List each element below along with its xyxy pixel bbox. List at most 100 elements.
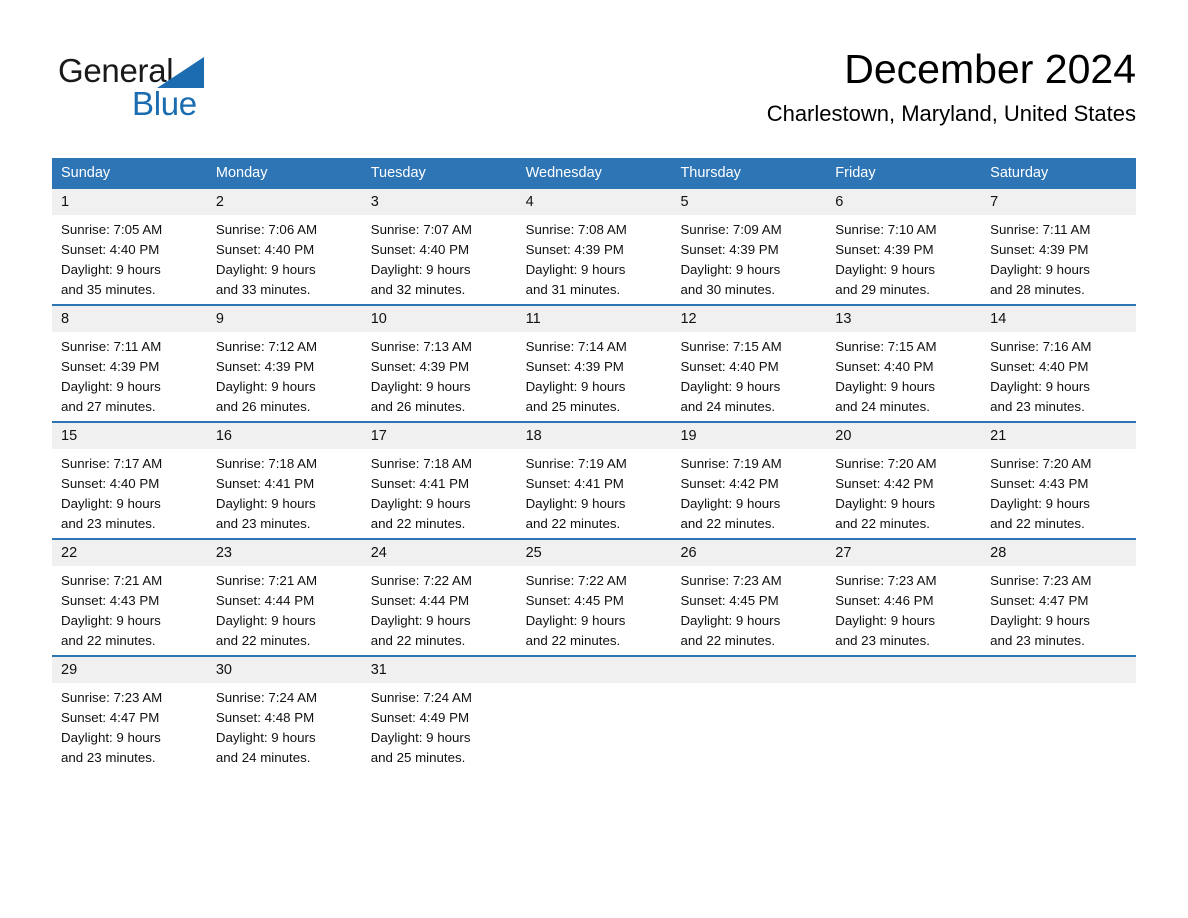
calendar-day-cell[interactable]: 1 Sunrise: 7:05 AM Sunset: 4:40 PM Daylight… bbox=[52, 189, 207, 304]
calendar-day-cell[interactable]: 15 Sunrise: 7:17 AM Sunset: 4:40 PM Dayligh… bbox=[52, 423, 207, 538]
calendar-day-cell[interactable]: 4 Sunrise: 7:08 AM Sunset: 4:39 PM Daylight… bbox=[516, 189, 672, 304]
calendar-day-cell[interactable]: 10 Sunrise: 7:13 AM Sunset: 4:39 PM Dayligh… bbox=[361, 306, 517, 421]
daylight-text-line1: Daylight: 9 hours bbox=[990, 613, 1090, 628]
calendar-day-cell[interactable]: 2 Sunrise: 7:06 AM Sunset: 4:40 PM Daylight… bbox=[206, 189, 362, 304]
daylight-text-line1: Daylight: 9 hours bbox=[215, 496, 316, 511]
day-details: Sunrise: 7:09 AM Sunset: 4:39 PM Daylight:… bbox=[671, 215, 826, 300]
sunset-text: Sunset: 4:40 PM bbox=[990, 359, 1089, 374]
calendar-day-cell[interactable]: 22 Sunrise: 7:21 AM Sunset: 4:43 PM Dayligh… bbox=[52, 540, 207, 655]
day-details: Sunrise: 7:22 AM Sunset: 4:44 PM Daylight:… bbox=[362, 566, 517, 651]
calendar-day-cell[interactable]: 28 Sunrise: 7:23 AM Sunset: 4:47 PM Dayligh… bbox=[981, 540, 1137, 655]
day-details: Sunrise: 7:12 AM Sunset: 4:39 PM Daylight:… bbox=[207, 332, 362, 417]
calendar-day-cell[interactable]: 9 Sunrise: 7:12 AM Sunset: 4:39 PM Daylight… bbox=[206, 306, 362, 421]
calendar-day-cell[interactable]: 20 Sunrise: 7:20 AM Sunset: 4:42 PM Dayligh… bbox=[826, 423, 982, 538]
daylight-text-line1: Daylight: 9 hours bbox=[61, 730, 161, 745]
daylight-text-line2: and 23 minutes. bbox=[215, 516, 311, 531]
daylight-text-line2: and 30 minutes. bbox=[680, 282, 776, 297]
day-details: Sunrise: 7:06 AM Sunset: 4:40 PM Daylight:… bbox=[207, 215, 362, 300]
day-header-friday: Friday bbox=[835, 165, 876, 181]
sunset-text: Sunset: 4:40 PM bbox=[61, 476, 160, 491]
calendar-day-cell[interactable]: 12 Sunrise: 7:15 AM Sunset: 4:40 PM Dayligh… bbox=[671, 306, 827, 421]
calendar-day-cell[interactable]: 31 Sunrise: 7:24 AM Sunset: 4:49 PM Dayligh… bbox=[361, 657, 517, 772]
calendar-day-cell[interactable]: 18 Sunrise: 7:19 AM Sunset: 4:41 PM Dayligh… bbox=[516, 423, 672, 538]
daylight-text-line2: and 24 minutes. bbox=[680, 399, 776, 414]
sunset-text: Sunset: 4:39 PM bbox=[680, 242, 779, 257]
daylight-text-line2: and 33 minutes. bbox=[215, 282, 311, 297]
week-cells: 1 Sunrise: 7:05 AM Sunset: 4:40 PM Daylight… bbox=[52, 189, 1137, 304]
daylight-text-line2: and 23 minutes. bbox=[61, 750, 156, 765]
daylight-text-line2: and 24 minutes. bbox=[835, 399, 930, 414]
daylight-text-line1: Daylight: 9 hours bbox=[61, 613, 161, 628]
sunset-text: Sunset: 4:40 PM bbox=[370, 242, 470, 257]
calendar-day-cell[interactable]: 21 Sunrise: 7:20 AM Sunset: 4:43 PM Dayligh… bbox=[981, 423, 1137, 538]
day-details: Sunrise: 7:22 AM Sunset: 4:45 PM Daylight:… bbox=[517, 566, 672, 651]
day-number: 17 bbox=[361, 423, 517, 449]
calendar-day-cell[interactable]: 5 Sunrise: 7:09 AM Sunset: 4:39 PM Daylight… bbox=[671, 189, 827, 304]
calendar-day-cell[interactable]: 25 Sunrise: 7:22 AM Sunset: 4:45 PM Dayligh… bbox=[516, 540, 672, 655]
sunset-text: Sunset: 4:44 PM bbox=[370, 593, 470, 608]
sunset-text: Sunset: 4:46 PM bbox=[835, 593, 934, 608]
day-number: 1 bbox=[52, 189, 207, 215]
calendar-cell-empty bbox=[981, 657, 1137, 772]
sunrise-text: Sunrise: 7:20 AM bbox=[990, 456, 1092, 471]
week-cells: 29 Sunrise: 7:23 AM Sunset: 4:47 PM Dayligh… bbox=[52, 657, 1137, 772]
calendar-header-row: Sunday Monday Tuesday Wednesday Thursday… bbox=[52, 158, 1136, 189]
daylight-text-line1: Daylight: 9 hours bbox=[525, 496, 626, 511]
daylight-text-line2: and 31 minutes. bbox=[525, 282, 621, 297]
calendar-day-cell[interactable]: 11 Sunrise: 7:14 AM Sunset: 4:39 PM Dayligh… bbox=[516, 306, 672, 421]
sunrise-text: Sunrise: 7:16 AM bbox=[990, 339, 1092, 354]
daylight-text-line2: and 25 minutes. bbox=[370, 750, 466, 765]
day-details: Sunrise: 7:08 AM Sunset: 4:39 PM Daylight:… bbox=[517, 215, 672, 300]
day-number bbox=[516, 657, 672, 683]
daylight-text-line1: Daylight: 9 hours bbox=[61, 379, 161, 394]
daylight-text-line2: and 22 minutes. bbox=[835, 516, 930, 531]
sunset-text: Sunset: 4:39 PM bbox=[835, 242, 934, 257]
calendar-day-cell[interactable]: 29 Sunrise: 7:23 AM Sunset: 4:47 PM Dayligh… bbox=[52, 657, 207, 772]
daylight-text-line1: Daylight: 9 hours bbox=[61, 496, 161, 511]
calendar-day-cell[interactable]: 3 Sunrise: 7:07 AM Sunset: 4:40 PM Daylight… bbox=[361, 189, 517, 304]
sunrise-text: Sunrise: 7:21 AM bbox=[215, 573, 318, 588]
page-title: December 2024 bbox=[844, 46, 1136, 92]
week-cells: 15 Sunrise: 7:17 AM Sunset: 4:40 PM Dayligh… bbox=[52, 423, 1137, 538]
calendar-day-cell[interactable]: 23 Sunrise: 7:21 AM Sunset: 4:44 PM Dayligh… bbox=[206, 540, 362, 655]
daylight-text-line2: and 22 minutes. bbox=[370, 633, 466, 648]
calendar-day-cell[interactable]: 30 Sunrise: 7:24 AM Sunset: 4:48 PM Dayligh… bbox=[206, 657, 362, 772]
day-details: Sunrise: 7:18 AM Sunset: 4:41 PM Daylight:… bbox=[207, 449, 362, 534]
calendar-day-cell[interactable]: 19 Sunrise: 7:19 AM Sunset: 4:42 PM Dayligh… bbox=[671, 423, 827, 538]
daylight-text-line2: and 22 minutes. bbox=[680, 633, 776, 648]
day-details: Sunrise: 7:19 AM Sunset: 4:41 PM Daylight:… bbox=[517, 449, 672, 534]
day-details: Sunrise: 7:05 AM Sunset: 4:40 PM Daylight:… bbox=[52, 215, 207, 300]
daylight-text-line1: Daylight: 9 hours bbox=[835, 262, 936, 277]
sunset-text: Sunset: 4:42 PM bbox=[835, 476, 934, 491]
calendar-day-cell[interactable]: 6 Sunrise: 7:10 AM Sunset: 4:39 PM Daylight… bbox=[826, 189, 982, 304]
daylight-text-line1: Daylight: 9 hours bbox=[680, 379, 781, 394]
day-number: 13 bbox=[826, 306, 982, 332]
calendar-day-cell[interactable]: 17 Sunrise: 7:18 AM Sunset: 4:41 PM Dayligh… bbox=[361, 423, 517, 538]
calendar-day-cell[interactable]: 27 Sunrise: 7:23 AM Sunset: 4:46 PM Dayligh… bbox=[826, 540, 982, 655]
day-details: Sunrise: 7:19 AM Sunset: 4:42 PM Daylight:… bbox=[671, 449, 826, 534]
day-header-saturday: Saturday bbox=[990, 165, 1049, 181]
day-header-sunday: Sunday bbox=[61, 165, 111, 181]
day-number: 25 bbox=[516, 540, 672, 566]
day-number: 23 bbox=[206, 540, 362, 566]
day-details: Sunrise: 7:11 AM Sunset: 4:39 PM Daylight:… bbox=[52, 332, 207, 417]
calendar-day-cell[interactable]: 8 Sunrise: 7:11 AM Sunset: 4:39 PM Daylight… bbox=[52, 306, 207, 421]
day-details: Sunrise: 7:23 AM Sunset: 4:47 PM Daylight:… bbox=[52, 683, 207, 768]
day-number: 7 bbox=[981, 189, 1137, 215]
calendar-day-cell[interactable]: 14 Sunrise: 7:16 AM Sunset: 4:40 PM Dayligh… bbox=[981, 306, 1137, 421]
sunset-text: Sunset: 4:47 PM bbox=[990, 593, 1089, 608]
calendar-day-cell[interactable]: 26 Sunrise: 7:23 AM Sunset: 4:45 PM Dayligh… bbox=[671, 540, 827, 655]
calendar-day-cell[interactable]: 24 Sunrise: 7:22 AM Sunset: 4:44 PM Dayligh… bbox=[361, 540, 517, 655]
sunset-text: Sunset: 4:40 PM bbox=[215, 242, 315, 257]
calendar-day-cell[interactable]: 16 Sunrise: 7:18 AM Sunset: 4:41 PM Dayligh… bbox=[206, 423, 362, 538]
logo-triangle-icon bbox=[157, 57, 204, 88]
calendar-day-cell[interactable]: 7 Sunrise: 7:11 AM Sunset: 4:39 PM Daylight… bbox=[981, 189, 1137, 304]
sunrise-text: Sunrise: 7:18 AM bbox=[215, 456, 318, 471]
sunrise-text: Sunrise: 7:05 AM bbox=[61, 222, 163, 237]
calendar-day-cell[interactable]: 13 Sunrise: 7:15 AM Sunset: 4:40 PM Dayligh… bbox=[826, 306, 982, 421]
day-header-monday: Monday bbox=[215, 165, 268, 181]
sunset-text: Sunset: 4:39 PM bbox=[525, 242, 624, 257]
sunrise-text: Sunrise: 7:15 AM bbox=[835, 339, 937, 354]
logo-text-blue: Blue bbox=[132, 85, 197, 122]
day-details: Sunrise: 7:24 AM Sunset: 4:49 PM Daylight:… bbox=[362, 683, 517, 768]
